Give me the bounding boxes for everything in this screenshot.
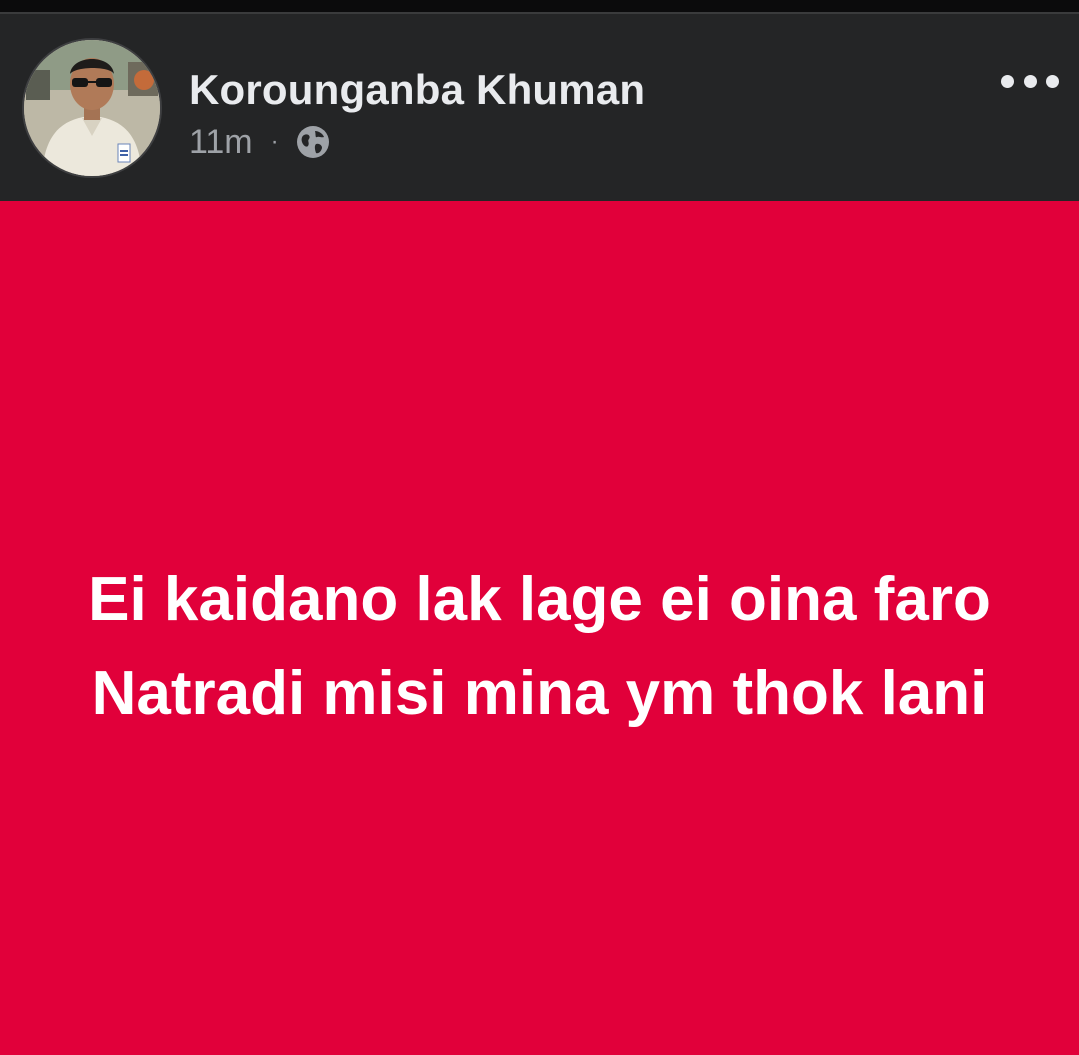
post-timestamp[interactable]: 11m <box>189 123 253 162</box>
avatar[interactable] <box>22 38 162 178</box>
meta-separator: · <box>270 128 279 155</box>
post-content[interactable]: Ei kaidano lak lage ei oina faro Natradi… <box>0 201 1079 1055</box>
post-text-line: Natradi misi mina ym thok lani <box>91 659 988 728</box>
more-horizontal-icon-dot <box>1023 74 1037 88</box>
more-horizontal-icon-dot <box>1001 74 1014 88</box>
more-options-button[interactable] <box>1001 66 1059 96</box>
status-bar <box>0 0 1079 14</box>
post-header: Korounganba Khuman 11m · <box>0 14 1079 201</box>
post-meta: 11m · <box>189 122 331 162</box>
post-text: Ei kaidano lak lage ei oina faro Natradi… <box>0 553 1079 741</box>
avatar-photo <box>24 40 160 176</box>
post-text-line: Ei kaidano lak lage ei oina faro <box>88 565 991 634</box>
more-horizontal-icon-dot <box>1046 74 1059 88</box>
author-name[interactable]: Korounganba Khuman <box>189 66 645 114</box>
globe-icon[interactable] <box>295 124 331 160</box>
